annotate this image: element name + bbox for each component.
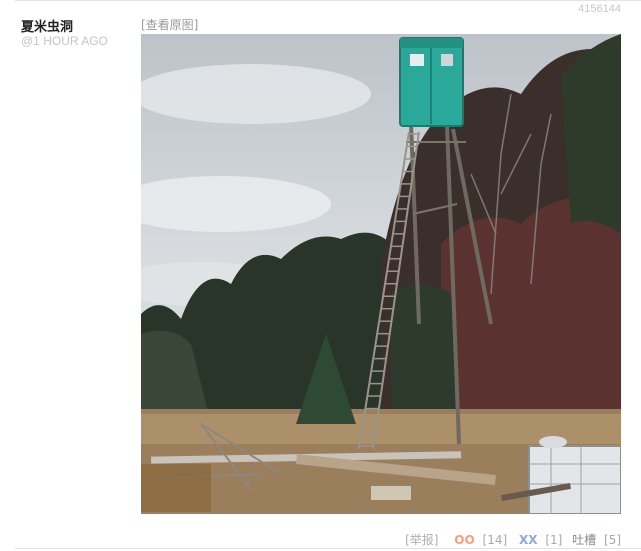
- oo-count: [14]: [482, 533, 508, 547]
- oo-vote-button[interactable]: OO: [454, 533, 474, 547]
- post-image[interactable]: [141, 34, 621, 514]
- comment-button[interactable]: 吐槽: [572, 533, 596, 547]
- xx-count: [1]: [545, 533, 563, 547]
- report-link[interactable]: [举报]: [405, 533, 438, 547]
- xx-vote-button[interactable]: XX: [519, 533, 538, 547]
- bottom-divider: [15, 548, 641, 549]
- view-original-link[interactable]: [查看原图]: [141, 16, 198, 33]
- hunting-tower-photo: [141, 34, 621, 514]
- post-id: 4156144: [578, 3, 621, 15]
- top-divider: [15, 0, 641, 1]
- post-time: @1 HOUR AGO: [21, 34, 108, 48]
- action-bar: [举报] OO [14] XX [1] 吐槽 [5]: [401, 531, 621, 548]
- comment-count: [5]: [604, 533, 621, 547]
- author-name[interactable]: 夏米虫洞: [21, 16, 73, 35]
